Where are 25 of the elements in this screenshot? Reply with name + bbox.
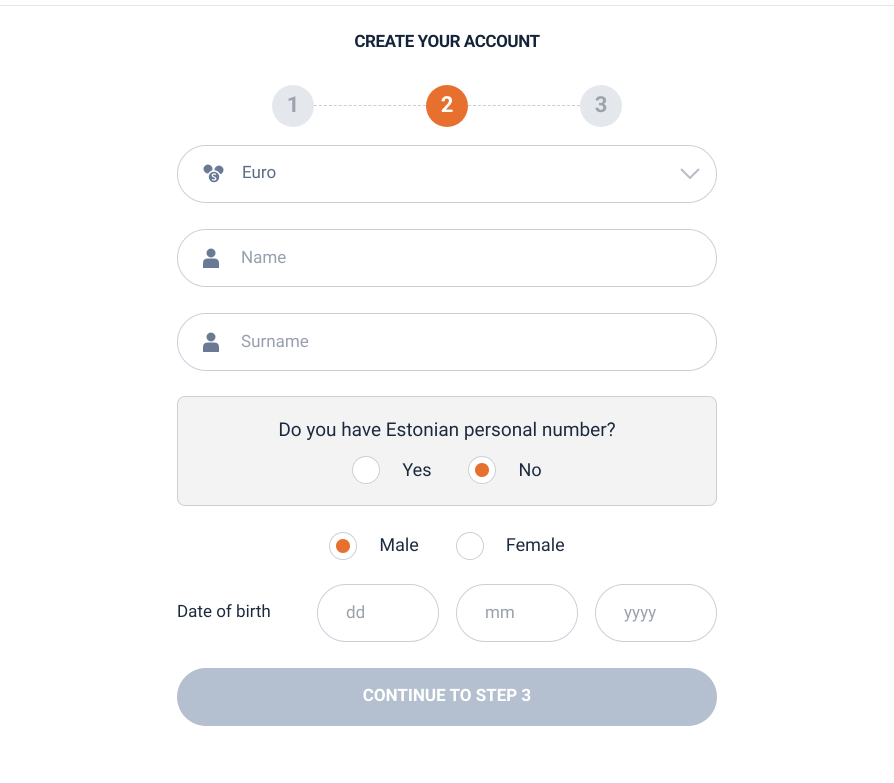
question-text: Do you have Estonian personal number?	[278, 416, 616, 442]
step-indicator: 2	[426, 84, 468, 126]
currency-value: Euro	[242, 162, 278, 185]
radio-label: Male	[379, 534, 419, 558]
radio-label: No	[518, 458, 542, 482]
page-title: CREATE YOUR ACCOUNT	[354, 31, 540, 54]
date-of-birth-label: Date of birth	[177, 600, 272, 624]
currency-select[interactable]: Euro	[177, 144, 717, 202]
radio-button[interactable]	[329, 532, 358, 560]
radio-button[interactable]	[352, 456, 380, 484]
radio-button[interactable]	[468, 456, 496, 484]
chevron-down-icon	[680, 168, 700, 180]
date-field[interactable]: yyyy	[595, 584, 717, 642]
radio-button[interactable]	[456, 532, 484, 560]
date-field[interactable]: dd	[317, 584, 439, 642]
text-field[interactable]: Surname	[177, 312, 717, 370]
text-field[interactable]: Name	[177, 228, 717, 286]
radio-label: Yes	[402, 458, 432, 482]
coins-icon	[203, 164, 225, 184]
radio-label: Female	[506, 534, 565, 558]
step-indicator: 1	[272, 84, 314, 126]
date-field[interactable]: mm	[456, 584, 578, 642]
person-icon	[203, 332, 219, 352]
person-icon	[203, 248, 219, 268]
step-indicator: 3	[580, 84, 622, 126]
